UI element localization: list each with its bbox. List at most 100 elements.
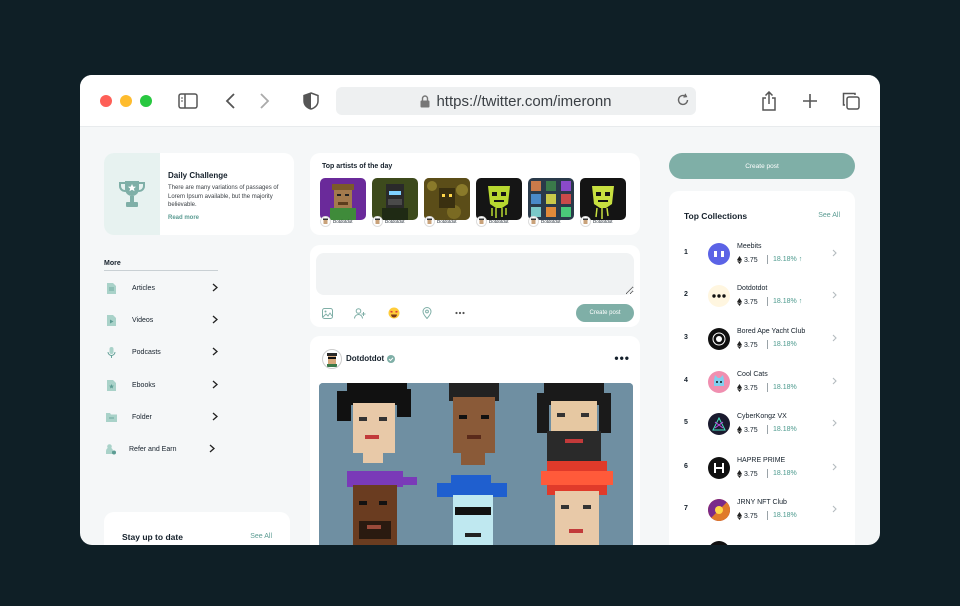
more-icon[interactable] (453, 306, 467, 320)
see-all-link[interactable]: See All (818, 212, 840, 219)
location-icon[interactable] (420, 306, 434, 320)
tag-user-icon[interactable] (353, 306, 367, 320)
ethereum-icon (737, 470, 742, 478)
collection-row[interactable]: 4 Cool Cats 3.75 18.18% (669, 367, 855, 397)
avatar[interactable] (322, 349, 342, 369)
collection-rank: 7 (684, 505, 688, 512)
collection-price-row: 3.75 (737, 298, 758, 306)
collection-rank: 5 (684, 419, 688, 426)
stay-up-to-date-card: Stay up to date See All (104, 512, 290, 545)
folder-icon (104, 412, 118, 422)
feed-post: Dotdotdot ••• (310, 336, 640, 545)
separator (767, 425, 768, 434)
top-artists-card: Top artists of the day Dotdotdot Dotdotd… (310, 153, 640, 235)
artist-name: Dotdotdot (489, 219, 509, 224)
browser-toolbar: https://twitter.com/imeronn (80, 75, 880, 127)
menu-item-articles[interactable]: Articles (104, 280, 218, 296)
trophy-icon (104, 153, 160, 235)
collection-price-row: 3.75 (737, 426, 758, 434)
create-post-button[interactable]: Create post (576, 304, 634, 322)
cyberkongz-logo-icon (708, 413, 730, 435)
collection-change: 18.18% (773, 341, 797, 348)
collection-name: Bored Ape Yacht Club (737, 328, 806, 335)
menu-item-ebooks[interactable]: Ebooks (104, 377, 218, 393)
minimize-window-button[interactable] (120, 95, 132, 107)
menu-item-videos[interactable]: Videos (104, 312, 218, 328)
address-bar[interactable]: https://twitter.com/imeronn (336, 87, 696, 115)
menu-label: Refer and Earn (129, 445, 177, 453)
post-input[interactable] (316, 253, 634, 295)
forward-icon[interactable] (253, 90, 275, 112)
sidebar-icon[interactable] (177, 90, 199, 112)
chevron-right-icon (832, 291, 837, 299)
ethereum-icon (737, 256, 742, 264)
collection-rank: 4 (684, 377, 688, 384)
chevron-right-icon (212, 412, 218, 421)
image-icon[interactable] (320, 306, 334, 320)
ethereum-icon (737, 298, 742, 306)
post-options-icon[interactable]: ••• (614, 351, 630, 365)
post-image[interactable] (319, 383, 633, 545)
daily-challenge-card: Daily Challenge There are many variation… (104, 153, 294, 235)
collection-row-partial[interactable] (669, 537, 855, 545)
collection-row[interactable]: 2 Dotdotdot 3.75 18.18% ↑ (669, 281, 855, 311)
chevron-right-icon (212, 347, 218, 356)
shield-icon[interactable] (300, 90, 322, 112)
collection-row[interactable]: 3 Bored Ape Yacht Club 3.75 18.18% (669, 324, 855, 354)
maximize-window-button[interactable] (140, 95, 152, 107)
chevron-right-icon (832, 505, 837, 513)
chevron-right-icon (212, 283, 218, 292)
artist-name: Dotdotdot (541, 219, 561, 224)
artist-card[interactable]: Dotdotdot (476, 178, 522, 227)
challenge-title: Daily Challenge (168, 171, 228, 180)
share-icon[interactable] (758, 90, 780, 112)
read-more-link[interactable]: Read more (168, 215, 199, 221)
challenge-description: There are many variations of passages of… (168, 185, 279, 208)
top-collections-card: Top Collections See All 1 Meebits 3.75 1… (669, 191, 855, 545)
post-username[interactable]: Dotdotdot (346, 354, 384, 363)
artist-card[interactable]: Dotdotdot (320, 178, 366, 227)
separator (767, 469, 768, 478)
collection-price-row: 3.75 (737, 512, 758, 520)
collection-price-row: 3.75 (737, 470, 758, 478)
close-window-button[interactable] (100, 95, 112, 107)
see-all-link[interactable]: See All (250, 533, 272, 540)
collection-price: 3.75 (744, 341, 758, 349)
collection-row[interactable]: 7 JRNY NFT Club 3.75 18.18% (669, 495, 855, 525)
collection-row[interactable]: 5 CyberKongz VX 3.75 18.18% (669, 409, 855, 439)
tabs-overview-icon[interactable] (840, 90, 862, 112)
menu-item-podcasts[interactable]: Podcasts (104, 344, 218, 360)
post-composer: Create post (310, 245, 640, 327)
reload-icon[interactable] (676, 93, 690, 107)
collection-rank: 6 (684, 463, 688, 470)
new-tab-icon[interactable] (799, 90, 821, 112)
collection-row[interactable]: 6 HAPRE PRIME 3.75 18.18% (669, 453, 855, 483)
collection-logo-icon (708, 541, 730, 545)
lock-icon (420, 94, 430, 107)
artist-name: Dotdotdot (437, 219, 457, 224)
artist-image (476, 178, 522, 220)
emoji-icon[interactable] (387, 306, 401, 320)
collection-price: 3.75 (744, 298, 758, 306)
artist-card[interactable]: Dotdotdot (424, 178, 470, 227)
back-icon[interactable] (220, 90, 242, 112)
menu-item-folder[interactable]: Folder (104, 409, 218, 425)
menu-item-refer-and-earn[interactable]: Refer and Earn (104, 441, 215, 457)
chevron-right-icon (832, 463, 837, 471)
collection-change: 18.18% (773, 470, 797, 477)
menu-label: Articles (132, 284, 155, 292)
artist-name: Dotdotdot (385, 219, 405, 224)
create-post-main-button[interactable]: Create post (669, 153, 855, 179)
collection-price: 3.75 (744, 256, 758, 264)
collection-row[interactable]: 1 Meebits 3.75 18.18% ↑ (669, 239, 855, 269)
artist-card[interactable]: Dotdotdot (372, 178, 418, 227)
video-file-icon (104, 314, 118, 326)
collection-name: Dotdotdot (737, 285, 768, 292)
url-text: https://twitter.com/imeronn (436, 92, 612, 110)
artist-avatar (320, 216, 331, 227)
separator (767, 511, 768, 520)
more-heading: More (104, 260, 218, 271)
artist-avatar (476, 216, 487, 227)
artist-card[interactable]: Dotdotdot (528, 178, 574, 227)
artist-card[interactable]: Dotdotdot (580, 178, 626, 227)
